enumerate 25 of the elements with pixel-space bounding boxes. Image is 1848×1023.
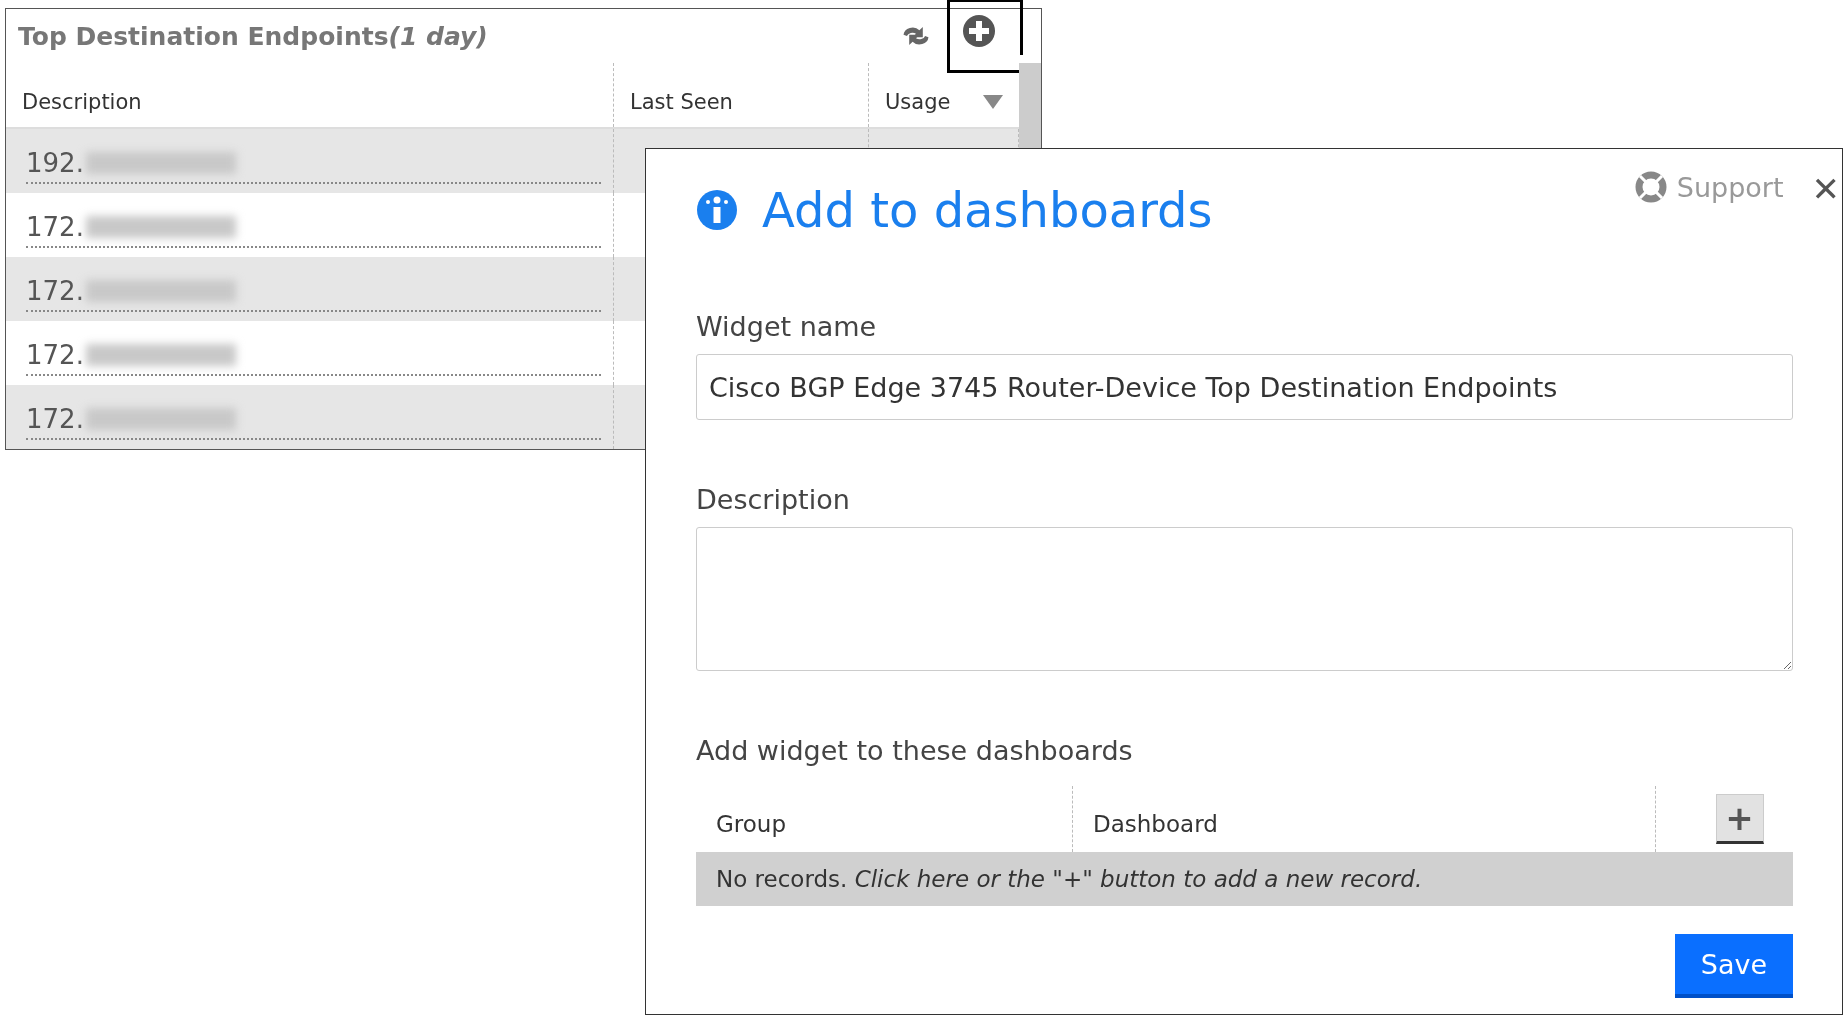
widget-title: Top Destination Endpoints(1 day) [18, 21, 488, 51]
add-record-button[interactable]: + [1715, 794, 1764, 844]
sort-caret-icon[interactable] [983, 95, 1003, 109]
column-header[interactable]: Last Seen [630, 90, 733, 114]
close-button[interactable]: ✕ [1811, 169, 1840, 209]
ip-address[interactable]: 172. [26, 212, 84, 242]
section-label: Add widget to these dashboards [696, 735, 1134, 766]
save-button[interactable]: Save [1675, 934, 1793, 998]
column-header: Group [716, 811, 787, 837]
ip-address[interactable]: 172. [26, 340, 84, 370]
column-header: Dashboard [1093, 811, 1218, 837]
add-icon[interactable] [962, 14, 996, 48]
field-label: Widget name [696, 311, 878, 342]
widget-name-field[interactable]: Cisco BGP Edge 3745 Router-Device Top Destination Endpoints [696, 354, 1793, 420]
dialog-title: Add to dashboards [762, 182, 1213, 238]
field-label: Description [696, 484, 851, 515]
info-icon [696, 189, 738, 231]
lifebuoy-icon [1634, 171, 1667, 203]
ip-address[interactable]: 172. [26, 404, 84, 434]
column-header[interactable]: Description [22, 90, 142, 114]
ip-address[interactable]: 172. [26, 276, 84, 306]
empty-records-message[interactable]: No records. Click here or the "+" button to add a new record. [696, 852, 1793, 906]
ip-address[interactable]: 192. [26, 148, 84, 178]
description-field[interactable] [696, 527, 1793, 671]
column-header[interactable]: Usage [885, 90, 951, 114]
